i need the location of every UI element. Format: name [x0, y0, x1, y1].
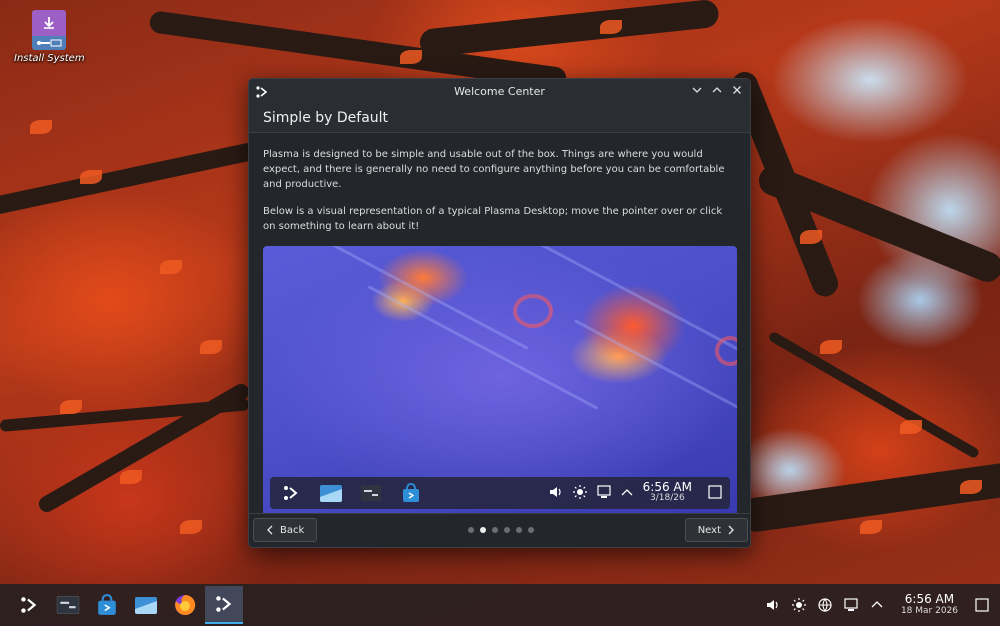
page-title: Simple by Default	[263, 109, 389, 126]
taskbar-panel: 6:56 AM 18 Mar 2026	[0, 584, 1000, 626]
back-button[interactable]: Back	[253, 518, 318, 542]
digital-clock[interactable]: 6:56 AM 18 Mar 2026	[901, 593, 958, 617]
welcome-center-app-icon	[255, 84, 269, 98]
show-desktop-icon[interactable]	[974, 597, 990, 613]
preview-show-desktop-icon[interactable]	[708, 484, 722, 503]
next-button[interactable]: Next	[684, 518, 748, 542]
preview-file-manager-icon[interactable]	[318, 480, 344, 506]
page-dot[interactable]	[491, 527, 498, 533]
install-system-icon	[32, 10, 66, 50]
application-launcher-button[interactable]	[10, 587, 48, 623]
application-launcher-icon	[21, 597, 37, 613]
system-tray: 6:56 AM 18 Mar 2026	[765, 593, 1000, 617]
globe-icon[interactable]	[817, 597, 833, 613]
firefox-icon	[175, 594, 196, 615]
network-icon[interactable]	[843, 597, 859, 613]
window-title: Welcome Center	[454, 84, 545, 98]
terminal-icon	[56, 595, 80, 615]
welcome-center-icon	[216, 596, 232, 612]
preview-clock-date: 3/18/26	[649, 493, 685, 503]
chevron-right-icon	[728, 525, 734, 535]
window-titlebar[interactable]: Welcome Center	[249, 79, 750, 103]
preview-panel[interactable]: 6:56 AM 3/18/26	[270, 477, 730, 509]
chevron-down-icon	[692, 87, 702, 93]
file-manager-task-button[interactable]	[127, 587, 165, 623]
volume-icon[interactable]	[765, 597, 781, 613]
chevron-left-icon	[267, 525, 273, 535]
page-dot[interactable]	[503, 527, 510, 533]
file-manager-icon	[135, 597, 157, 614]
maximize-button[interactable]	[708, 81, 726, 99]
page-indicator	[467, 527, 534, 533]
clock-time: 6:56 AM	[904, 592, 955, 606]
welcome-center-window: Welcome Center Simple by Default Plasma …	[248, 78, 751, 548]
dialog-footer: Back Next	[249, 513, 750, 547]
intro-paragraph: Plasma is designed to be simple and usab…	[263, 149, 725, 190]
page-dot[interactable]	[467, 527, 474, 533]
preview-expand-tray-icon[interactable]	[621, 484, 633, 503]
firefox-task-button[interactable]	[166, 587, 204, 623]
page-heading-bar: Simple by Default	[249, 103, 750, 133]
welcome-center-task-button[interactable]	[205, 586, 243, 624]
install-system-desktop-icon[interactable]: Install System	[14, 10, 85, 64]
preview-clock-time: 6:56 AM	[642, 480, 692, 494]
terminal-task-button[interactable]	[49, 587, 87, 623]
page-dot[interactable]	[515, 527, 522, 533]
chevron-up-icon	[712, 87, 722, 93]
expand-tray-icon[interactable]	[869, 597, 885, 613]
next-button-label: Next	[697, 524, 721, 536]
minimize-button[interactable]	[688, 81, 706, 99]
preview-clock[interactable]: 6:56 AM 3/18/26	[642, 480, 692, 504]
page-dot[interactable]	[527, 527, 534, 533]
brightness-icon[interactable]	[791, 597, 807, 613]
back-button-label: Back	[280, 524, 305, 536]
preview-terminal-icon[interactable]	[358, 480, 384, 506]
instruction-paragraph: Below is a visual representation of a ty…	[263, 206, 723, 232]
clock-date: 18 Mar 2026	[900, 606, 958, 616]
preview-launcher-icon[interactable]	[278, 480, 304, 506]
preview-volume-icon[interactable]	[549, 484, 563, 503]
close-button[interactable]	[728, 81, 746, 99]
preview-discover-icon[interactable]	[398, 480, 424, 506]
close-icon	[733, 86, 741, 94]
install-system-label: Install System	[14, 53, 85, 64]
preview-brightness-icon[interactable]	[572, 484, 587, 503]
discover-task-button[interactable]	[88, 587, 126, 623]
discover-store-icon	[98, 594, 116, 615]
page-dot-current[interactable]	[479, 527, 486, 533]
desktop-preview[interactable]: 6:56 AM 3/18/26	[263, 246, 737, 516]
preview-network-icon[interactable]	[597, 484, 611, 503]
